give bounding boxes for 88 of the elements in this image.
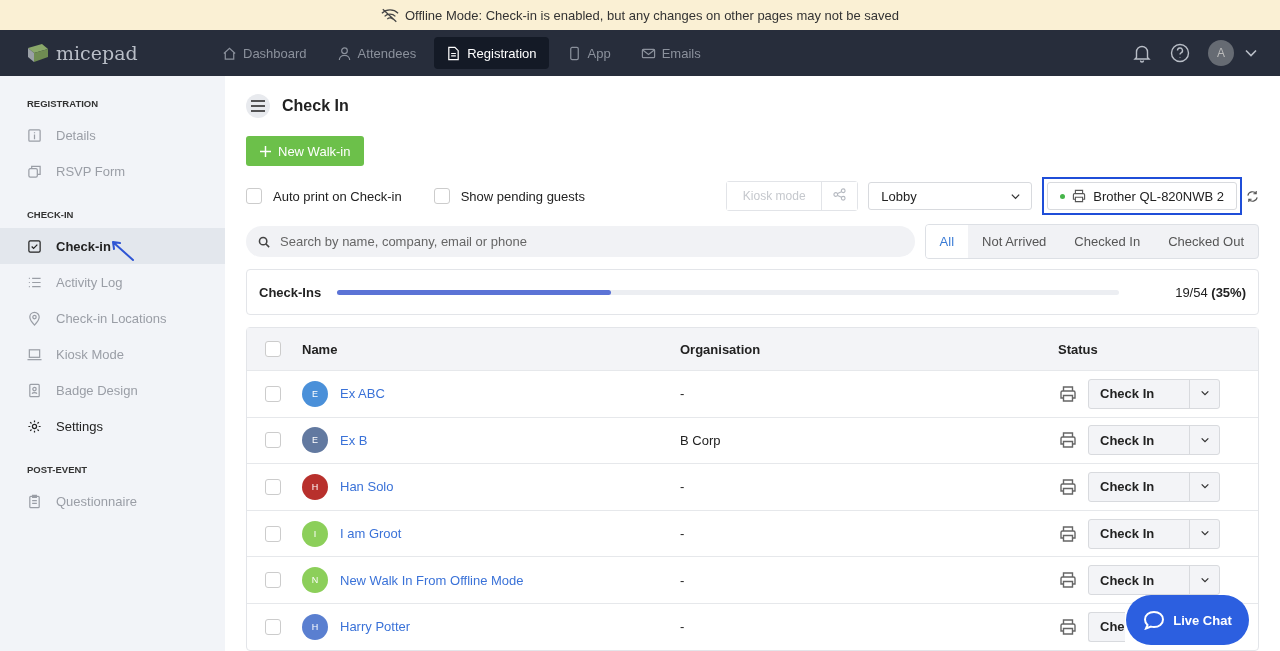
checkbox[interactable] (433, 188, 450, 204)
printer-icon (1071, 188, 1088, 204)
attendee-name-link[interactable]: Harry Potter (340, 619, 411, 635)
print-icon (1058, 616, 1078, 637)
sidebar-section-title: CHECK-IN (26, 208, 75, 222)
progress-label: Check-Ins (259, 284, 322, 300)
location-pin-icon (27, 310, 42, 326)
share-button[interactable] (821, 182, 858, 210)
row-checkbox[interactable] (265, 572, 281, 589)
nav-tab[interactable]: App (554, 37, 623, 69)
attendee-avatar: E (302, 380, 328, 407)
wifi-off-icon (380, 7, 399, 23)
menu-icon[interactable] (246, 94, 270, 118)
row-checkbox[interactable] (265, 525, 281, 542)
chat-bubble-icon (1143, 610, 1166, 630)
column-header: Organisation (680, 341, 762, 357)
attendee-name-link[interactable]: Ex B (340, 432, 368, 448)
organisation-cell-text: - (680, 386, 686, 402)
organisation-cell-text: - (680, 479, 686, 495)
laptop-icon (27, 346, 42, 362)
location-dropdown[interactable]: Lobby (868, 182, 1033, 210)
logo-icon (26, 42, 50, 64)
search-input[interactable]: Search by name, company, email or phone (278, 233, 903, 250)
settings-icon (27, 418, 42, 434)
attendee-avatar: H (302, 613, 328, 640)
copy-icon (27, 163, 42, 179)
info-icon (27, 127, 42, 143)
bell-icon[interactable] (1132, 43, 1152, 63)
option-label: Auto print on Check-in (273, 188, 402, 204)
home-icon (222, 45, 237, 61)
row-checkbox[interactable] (265, 479, 281, 495)
nav-tab[interactable]: Attendees (324, 37, 429, 69)
user-icon (336, 45, 352, 61)
filter-tab[interactable]: All (925, 225, 969, 258)
row-checkbox[interactable] (265, 432, 281, 449)
refresh-icon[interactable] (1246, 189, 1259, 203)
attendee-name-link[interactable]: Ex ABC (340, 386, 385, 402)
nav-tab[interactable]: Registration (434, 37, 549, 69)
checkbox[interactable] (246, 188, 262, 204)
page-title: Check In (282, 97, 349, 115)
column-header: Status (1058, 341, 1098, 357)
search-field[interactable]: Search by name, company, email or phone (246, 226, 915, 257)
attendee-avatar: N (302, 567, 328, 594)
filter-tab[interactable]: Not Arrived (968, 225, 1061, 258)
nav-tab[interactable]: Emails (628, 37, 713, 69)
badge-icon (27, 382, 42, 398)
logo-text: micepad (56, 42, 138, 64)
nav-tab[interactable]: Dashboard (210, 37, 319, 69)
printer-button[interactable]: Brother QL-820NWB 2 (1047, 182, 1237, 210)
row-checkbox[interactable] (265, 385, 281, 402)
filter-tab[interactable]: Checked In (1060, 225, 1155, 258)
plus-icon (260, 145, 271, 157)
banner-text: Offline Mode: Check-in is enabled, but any changes on other pages may not be saved (404, 7, 900, 23)
organisation-cell-text: - (680, 572, 686, 588)
option-label: Show pending guests (460, 188, 585, 204)
document-icon (446, 45, 462, 61)
print-icon (1058, 477, 1078, 497)
pointer-arrow (110, 238, 136, 262)
print-icon (1058, 570, 1078, 591)
user-avatar[interactable]: A (1208, 40, 1234, 66)
organisation-cell-text: B Corp (680, 432, 722, 448)
attendee-name-link[interactable]: New Walk In From Offline Mode (340, 572, 524, 588)
print-icon (1058, 383, 1078, 404)
clipboard-icon (27, 493, 42, 509)
sidebar-item[interactable]: Check-in (0, 228, 225, 264)
attendee-avatar: E (302, 427, 328, 454)
attendee-avatar: H (302, 474, 328, 500)
column-header: Name (302, 341, 339, 357)
checkbox-icon (27, 238, 42, 254)
filter-tab[interactable]: Checked Out (1154, 225, 1258, 258)
progress-count: 19/54 (35%) (1175, 284, 1246, 300)
attendee-name-link[interactable]: I am Groot (340, 526, 402, 542)
check-in-button[interactable]: Che (1089, 612, 1125, 641)
row-checkbox[interactable] (265, 618, 281, 635)
print-icon (1058, 430, 1078, 451)
organisation-cell-text: - (680, 619, 686, 635)
attendee-avatar: I (302, 520, 328, 547)
share-icon (833, 188, 847, 201)
print-icon (1058, 523, 1078, 544)
organisation-cell-text: - (680, 526, 686, 542)
sidebar-item[interactable]: Settings (0, 408, 225, 444)
attendee-name-link[interactable]: Han Solo (340, 479, 394, 495)
help-icon[interactable] (1170, 43, 1190, 63)
sidebar-section-title: POST-EVENT (26, 463, 89, 477)
live-chat-button[interactable]: Live Chat (1126, 595, 1249, 645)
search-icon (258, 235, 270, 248)
select-all-checkbox[interactable] (265, 341, 281, 357)
sidebar-section-title: REGISTRATION (26, 97, 100, 111)
